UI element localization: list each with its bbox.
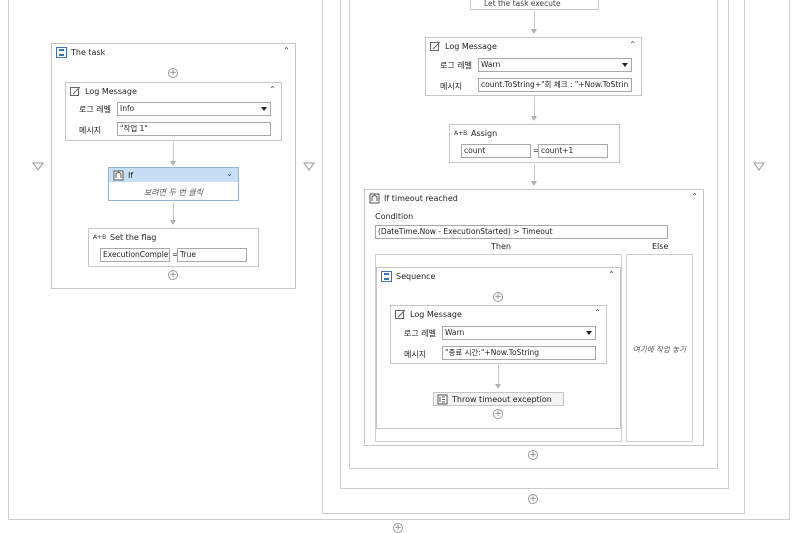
collapse-icon[interactable]: ⌃	[607, 270, 616, 280]
message-input[interactable]: "작업 1"	[117, 122, 271, 136]
log-level-value: Warn	[481, 60, 501, 69]
log-level-label: 로그 레벨	[440, 61, 472, 70]
assign-icon: A+B	[454, 129, 468, 137]
if-activity[interactable]: If ⌄ 보려면 두 번 클릭	[108, 167, 239, 201]
if-icon	[113, 170, 124, 181]
sequence-header[interactable]: Sequence	[377, 268, 620, 284]
sequence-add-button-bottom[interactable]: +	[493, 409, 503, 419]
connector-arrow	[531, 181, 537, 186]
loop-add-button-inner[interactable]: +	[528, 450, 538, 460]
then-label: Then	[491, 242, 511, 251]
connector-line	[534, 164, 535, 181]
assign-icon: A+B	[93, 233, 107, 241]
throw-title: Throw timeout exception	[452, 394, 552, 404]
collapse-icon[interactable]: ⌃	[282, 46, 291, 56]
log-level-label: 로그 레벨	[79, 105, 111, 114]
log-message-icon	[430, 41, 441, 52]
assign-to-input[interactable]: ExecutionComplet	[100, 248, 170, 262]
chevron-down-icon	[586, 331, 592, 335]
if-header[interactable]: If	[109, 168, 238, 182]
connector-arrow	[531, 116, 537, 121]
log-level-select[interactable]: Warn	[442, 326, 596, 340]
collapse-icon[interactable]: ⌃	[690, 192, 699, 202]
message-input[interactable]: count.ToString+"회 체크 : "+Now.ToStrin	[478, 78, 632, 92]
connector-arrow	[170, 220, 176, 225]
log-message-title: Log Message	[445, 41, 497, 51]
connector-arrow	[531, 29, 537, 34]
connector-line	[534, 97, 535, 116]
bottom-add-button[interactable]: +	[393, 523, 403, 533]
if-hint: 보려면 두 번 클릭	[143, 188, 204, 197]
if-title: If	[128, 170, 134, 180]
connector-line	[173, 202, 174, 221]
assign-header: A+B Set the flag	[89, 229, 258, 245]
let-task-execute-activity[interactable]: Let the task execute	[470, 0, 599, 10]
log-message-header: Log Message	[426, 38, 641, 54]
log-level-select[interactable]: Info	[117, 102, 271, 116]
log-message-header: Log Message	[66, 83, 281, 99]
sequence-title: Sequence	[396, 271, 436, 281]
parallel-branch-right-arrow	[753, 162, 765, 174]
collapse-icon[interactable]: ⌃	[268, 85, 277, 95]
message-input[interactable]: "종료 시간:"+Now.ToString	[442, 346, 596, 360]
expand-icon[interactable]: ⌄	[225, 169, 234, 179]
collapse-icon[interactable]: ⌃	[628, 40, 637, 50]
connector-line	[498, 365, 499, 384]
log-level-value: Warn	[445, 328, 465, 337]
assign-title: Assign	[471, 128, 498, 138]
assign-title: Set the flag	[110, 232, 157, 242]
assign-value-input[interactable]: True	[177, 248, 247, 262]
parallel-branch-middle-arrow	[303, 162, 315, 174]
throw-activity[interactable]: Throw timeout exception	[433, 392, 564, 406]
log-message-header: Log Message	[391, 306, 606, 322]
let-task-execute-label: Let the task execute	[484, 0, 561, 8]
loop-add-button-outer[interactable]: +	[528, 494, 538, 504]
chevron-down-icon	[261, 107, 267, 111]
message-label: 메시지	[79, 126, 102, 135]
message-label: 메시지	[404, 350, 427, 359]
task-sequence-title: The task	[71, 47, 106, 57]
assign-header: A+B Assign	[450, 125, 619, 141]
else-placeholder: 여기에 작업 놓기	[632, 345, 687, 354]
task-add-button-top[interactable]: +	[168, 68, 178, 78]
condition-label: Condition	[375, 212, 414, 221]
log-message-title: Log Message	[410, 309, 462, 319]
connector-arrow	[495, 384, 501, 389]
log-message-icon	[395, 309, 406, 320]
log-level-value: Info	[120, 104, 135, 113]
condition-input[interactable]: (DateTime.Now - ExecutionStarted) > Time…	[375, 225, 668, 239]
if-timeout-title: If timeout reached	[384, 193, 458, 203]
log-level-select[interactable]: Warn	[478, 58, 632, 72]
if-icon	[369, 193, 380, 204]
collapse-icon[interactable]: ⌃	[593, 308, 602, 318]
else-label: Else	[652, 242, 669, 251]
task-add-button-bottom[interactable]: +	[168, 270, 178, 280]
log-message-icon	[70, 86, 81, 97]
sequence-icon	[381, 270, 392, 282]
throw-icon	[437, 394, 448, 405]
if-timeout-header[interactable]: If timeout reached	[365, 190, 703, 206]
sequence-icon	[56, 46, 67, 58]
assign-value-input[interactable]: count+1	[538, 144, 608, 158]
chevron-down-icon	[622, 63, 628, 67]
connector-line	[173, 142, 174, 162]
assign-to-input[interactable]: count	[461, 144, 531, 158]
connector-line	[534, 11, 535, 29]
task-sequence-header[interactable]: The task	[52, 44, 295, 60]
sequence-add-button-top[interactable]: +	[493, 292, 503, 302]
message-label: 메시지	[440, 82, 463, 91]
log-level-label: 로그 레벨	[404, 329, 436, 338]
connector-arrow	[170, 161, 176, 166]
parallel-branch-left-arrow	[32, 162, 44, 174]
log-message-title: Log Message	[85, 86, 137, 96]
throw-header: Throw timeout exception	[434, 393, 563, 405]
